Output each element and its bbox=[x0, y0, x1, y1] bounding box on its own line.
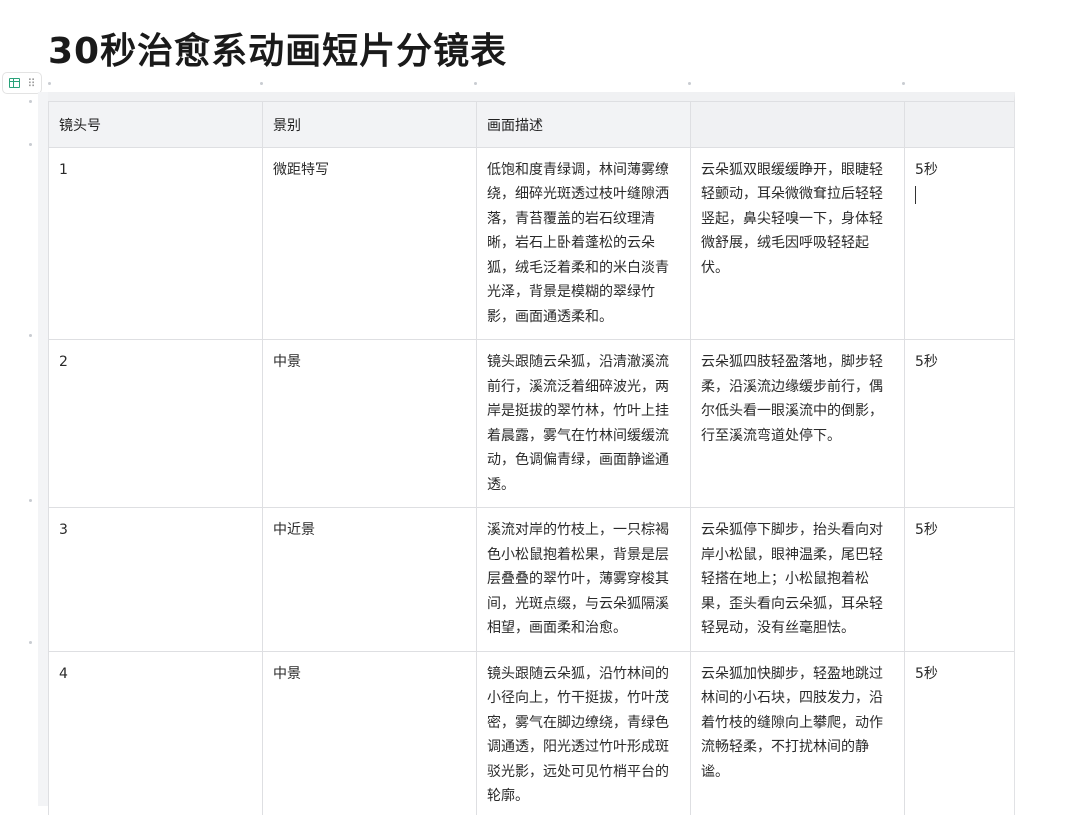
cell-shot-scale[interactable]: 中近景 bbox=[262, 507, 477, 652]
table-row: 3 中近景 溪流对岸的竹枝上，一只棕褐色小松鼠抱着松果，背景是层层叠叠的翠竹叶，… bbox=[48, 507, 1014, 652]
cell-shot-number[interactable]: 1 bbox=[48, 146, 263, 340]
cell-description[interactable]: 镜头跟随云朵狐，沿竹林间的小径向上，竹干挺拔，竹叶茂密，雾气在脚边缭绕，青绿色调… bbox=[476, 650, 691, 815]
cell-duration[interactable]: 5秒 bbox=[904, 650, 1014, 815]
row-dot[interactable] bbox=[29, 499, 32, 502]
cell-action[interactable]: 云朵狐停下脚步，抬头看向对岸小松鼠，眼神温柔，尾巴轻轻搭在地上；小松鼠抱着松果，… bbox=[690, 507, 905, 652]
header-row: 镜头号 景别 画面描述 bbox=[48, 101, 1014, 148]
cell-shot-number[interactable]: 3 bbox=[48, 507, 263, 652]
column-dot[interactable] bbox=[902, 82, 905, 85]
header-duration[interactable] bbox=[904, 101, 1014, 148]
cell-duration[interactable]: 5秒 bbox=[904, 507, 1014, 652]
cell-action[interactable]: 云朵狐加快脚步，轻盈地跳过林间的小石块，四肢发力，沿着竹枝的缝隙向上攀爬，动作流… bbox=[690, 650, 905, 815]
table-grid-icon[interactable] bbox=[9, 78, 21, 88]
column-dot[interactable] bbox=[474, 82, 477, 85]
row-dot[interactable] bbox=[29, 334, 32, 337]
storyboard-table-container: 镜头号 景别 画面描述 1 微距特写 低饱和度青绿调，林间薄雾缭绕，细碎光斑透过… bbox=[48, 92, 1015, 815]
table-row: 4 中景 镜头跟随云朵狐，沿竹林间的小径向上，竹干挺拔，竹叶茂密，雾气在脚边缭绕… bbox=[48, 650, 1014, 815]
table-handle[interactable]: ⠿ bbox=[2, 72, 42, 94]
cell-shot-scale[interactable]: 微距特写 bbox=[262, 146, 477, 340]
cell-description[interactable]: 镜头跟随云朵狐，沿清澈溪流前行，溪流泛着细碎波光，两岸是挺拔的翠竹林，竹叶上挂着… bbox=[476, 339, 691, 508]
text-cursor bbox=[915, 186, 916, 204]
row-dot[interactable] bbox=[29, 641, 32, 644]
table-row: 1 微距特写 低饱和度青绿调，林间薄雾缭绕，细碎光斑透过枝叶缝隙洒落，青苔覆盖的… bbox=[48, 146, 1014, 340]
cell-shot-number[interactable]: 4 bbox=[48, 650, 263, 815]
cell-action[interactable]: 云朵狐双眼缓缓睁开，眼睫轻轻颤动，耳朵微微耷拉后轻轻竖起，鼻尖轻嗅一下，身体轻微… bbox=[690, 146, 905, 340]
cell-shot-scale[interactable]: 中景 bbox=[262, 339, 477, 508]
cell-duration[interactable]: 5秒 bbox=[904, 146, 1014, 340]
cell-description[interactable]: 溪流对岸的竹枝上，一只棕褐色小松鼠抱着松果，背景是层层叠叠的翠竹叶，薄雾穿梭其间… bbox=[476, 507, 691, 652]
cell-shot-scale[interactable]: 中景 bbox=[262, 650, 477, 815]
column-dot[interactable] bbox=[48, 82, 51, 85]
row-dot[interactable] bbox=[29, 143, 32, 146]
header-shot-scale[interactable]: 景别 bbox=[262, 101, 477, 148]
cell-shot-number[interactable]: 2 bbox=[48, 339, 263, 508]
drag-handle-icon[interactable]: ⠿ bbox=[27, 78, 35, 89]
header-description[interactable]: 画面描述 bbox=[476, 101, 691, 148]
header-shot-number[interactable]: 镜头号 bbox=[48, 101, 263, 148]
row-dot[interactable] bbox=[29, 100, 32, 103]
cell-duration[interactable]: 5秒 bbox=[904, 339, 1014, 508]
duration-text: 5秒 bbox=[915, 161, 938, 178]
storyboard-table: 镜头号 景别 画面描述 1 微距特写 低饱和度青绿调，林间薄雾缭绕，细碎光斑透过… bbox=[48, 101, 1014, 815]
cell-action[interactable]: 云朵狐四肢轻盈落地，脚步轻柔，沿溪流边缘缓步前行，偶尔低头看一眼溪流中的倒影，行… bbox=[690, 339, 905, 508]
table-row: 2 中景 镜头跟随云朵狐，沿清澈溪流前行，溪流泛着细碎波光，两岸是挺拔的翠竹林，… bbox=[48, 339, 1014, 508]
cell-description[interactable]: 低饱和度青绿调，林间薄雾缭绕，细碎光斑透过枝叶缝隙洒落，青苔覆盖的岩石纹理清晰，… bbox=[476, 146, 691, 340]
column-dot[interactable] bbox=[260, 82, 263, 85]
header-action[interactable] bbox=[690, 101, 905, 148]
page-title: 30秒治愈系动画短片分镜表 bbox=[48, 31, 508, 72]
column-dot[interactable] bbox=[688, 82, 691, 85]
